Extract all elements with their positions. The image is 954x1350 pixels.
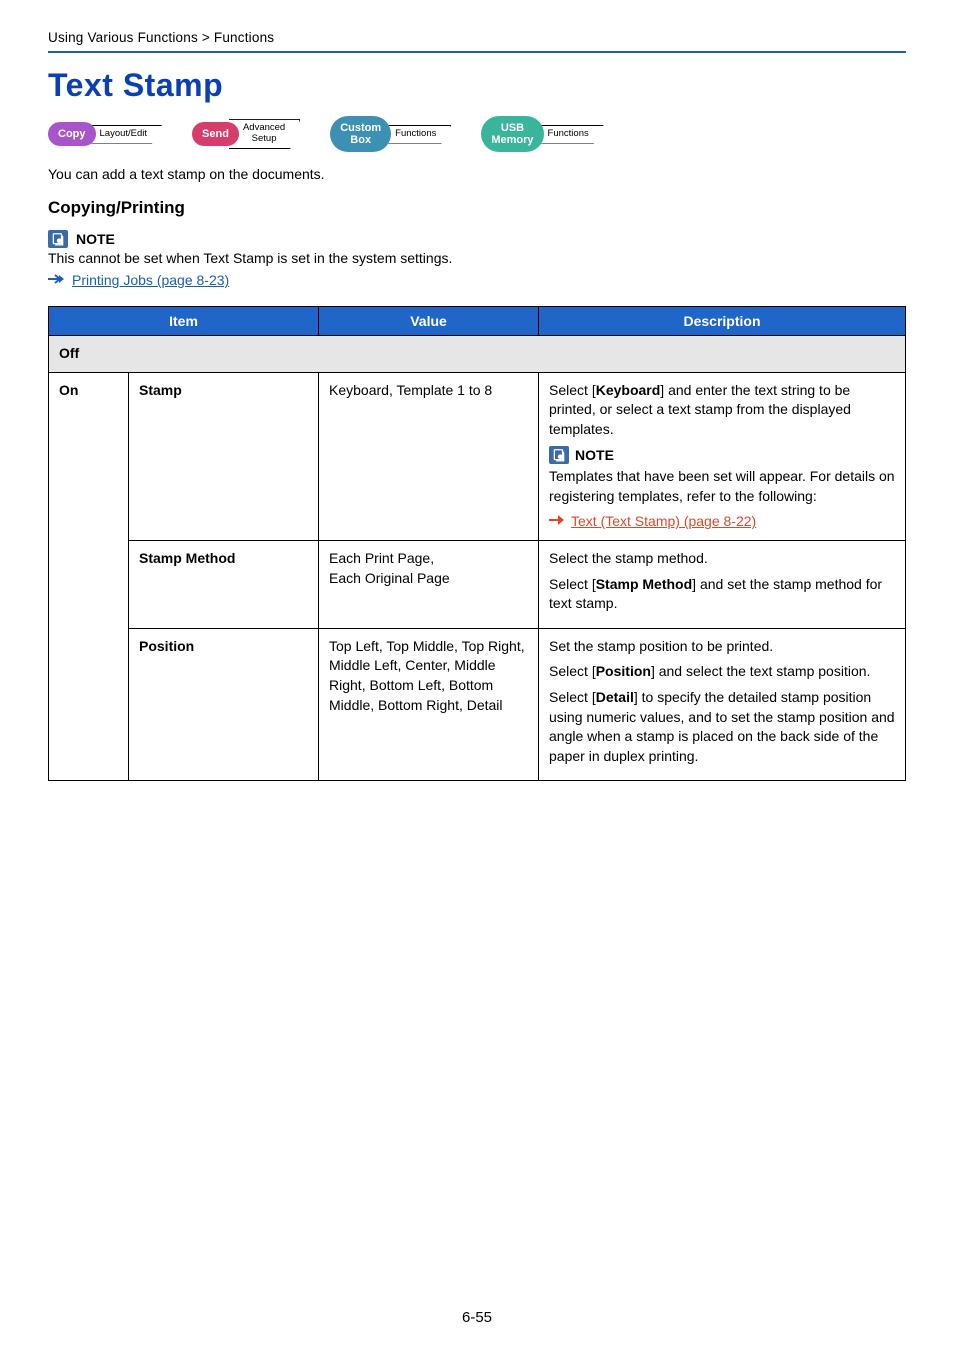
stamp-desc-bold: Keyboard xyxy=(596,382,661,398)
pill-group-usb-memory[interactable]: USB Memory Functions xyxy=(481,116,603,152)
intro-text: You can add a text stamp on the document… xyxy=(48,166,906,182)
stamp-xref: Text (Text Stamp) (page 8-22) xyxy=(549,512,895,532)
usb-memory-pill: USB Memory xyxy=(481,116,543,152)
stamp-method-value-l1: Each Print Page, xyxy=(329,549,528,569)
note-header: NOTE xyxy=(48,230,906,248)
header-rule xyxy=(48,51,906,53)
sm-pre: Select [ xyxy=(549,576,596,592)
usb-pill-line2: Memory xyxy=(491,134,533,146)
table-row-stamp: On Stamp Keyboard, Template 1 to 8 Selec… xyxy=(49,372,906,540)
pos3-pre: Select [ xyxy=(549,689,596,705)
breadcrumb: Using Various Functions > Functions xyxy=(48,30,906,45)
top-xref-link[interactable]: Printing Jobs (page 8-23) xyxy=(72,272,229,288)
page-title: Text Stamp xyxy=(48,67,906,104)
stamp-desc-pre: Select [ xyxy=(549,382,596,398)
table-row-stamp-method: Stamp Method Each Print Page, Each Origi… xyxy=(49,540,906,628)
breadcrumb-text: Using Various Functions > Functions xyxy=(48,30,274,45)
stamp-method-value-l2: Each Original Page xyxy=(329,569,528,589)
arrow-icon xyxy=(549,512,565,532)
stamp-method-value: Each Print Page, Each Original Page xyxy=(319,540,539,628)
table-row-position: Position Top Left, Top Middle, Top Right… xyxy=(49,628,906,781)
custom-pill-line2: Box xyxy=(340,134,381,146)
sm-bold: Stamp Method xyxy=(596,576,692,592)
stamp-item: Stamp xyxy=(129,372,319,540)
custom-pill-line1: Custom xyxy=(340,122,381,134)
pos2-pre: Select [ xyxy=(549,663,596,679)
context-pills-row: Copy Layout/Edit Send Advanced Setup Cus… xyxy=(48,116,906,152)
stamp-method-desc: Select the stamp method. Select [Stamp M… xyxy=(539,540,906,628)
send-tag-line2: Setup xyxy=(243,134,285,145)
pill-group-custom-box[interactable]: Custom Box Functions xyxy=(330,116,451,152)
send-tag: Advanced Setup xyxy=(229,119,300,149)
stamp-desc: Select [Keyboard] and enter the text str… xyxy=(539,372,906,540)
stamp-note-header: NOTE xyxy=(549,446,895,466)
note-icon xyxy=(549,446,569,464)
note-body: This cannot be set when Text Stamp is se… xyxy=(48,250,906,266)
stamp-method-item: Stamp Method xyxy=(129,540,319,628)
usb-pill-line1: USB xyxy=(491,122,533,134)
table-row-off: Off xyxy=(49,336,906,373)
position-value: Top Left, Top Middle, Top Right, Middle … xyxy=(319,628,539,781)
stamp-note-label: NOTE xyxy=(575,446,614,466)
th-item: Item xyxy=(49,307,319,336)
position-desc: Set the stamp position to be printed. Se… xyxy=(539,628,906,781)
stamp-value: Keyboard, Template 1 to 8 xyxy=(319,372,539,540)
copy-pill: Copy xyxy=(48,122,96,146)
settings-table: Item Value Description Off On Stamp Keyb… xyxy=(48,306,906,781)
position-item: Position xyxy=(129,628,319,781)
stamp-xref-link[interactable]: Text (Text Stamp) (page 8-22) xyxy=(571,512,756,532)
arrow-icon xyxy=(48,272,64,288)
th-description: Description xyxy=(539,307,906,336)
copy-tag: Layout/Edit xyxy=(86,125,163,144)
note-label: NOTE xyxy=(76,231,115,247)
section-heading: Copying/Printing xyxy=(48,198,906,218)
copy-tag-line1: Layout/Edit xyxy=(100,129,148,140)
custom-tag-line1: Functions xyxy=(395,129,436,140)
th-value: Value xyxy=(319,307,539,336)
stamp-note-body: Templates that have been set will appear… xyxy=(549,467,895,506)
page-number: 6-55 xyxy=(0,1309,954,1326)
on-cell: On xyxy=(49,372,129,781)
pill-group-send[interactable]: Send Advanced Setup xyxy=(192,119,300,149)
pill-group-copy[interactable]: Copy Layout/Edit xyxy=(48,122,162,146)
stamp-method-desc-l1: Select the stamp method. xyxy=(549,549,895,569)
usb-tag: Functions xyxy=(534,125,604,144)
pos2-bold: Position xyxy=(596,663,651,679)
send-pill: Send xyxy=(192,122,239,146)
position-desc-l1: Set the stamp position to be printed. xyxy=(549,637,895,657)
note-icon xyxy=(48,230,68,248)
off-cell: Off xyxy=(49,336,906,373)
pos3-bold: Detail xyxy=(596,689,634,705)
usb-tag-line1: Functions xyxy=(548,129,589,140)
top-xref-row: Printing Jobs (page 8-23) xyxy=(48,272,906,288)
custom-box-pill: Custom Box xyxy=(330,116,391,152)
pos2-post: ] and select the text stamp position. xyxy=(651,663,870,679)
custom-tag: Functions xyxy=(381,125,451,144)
